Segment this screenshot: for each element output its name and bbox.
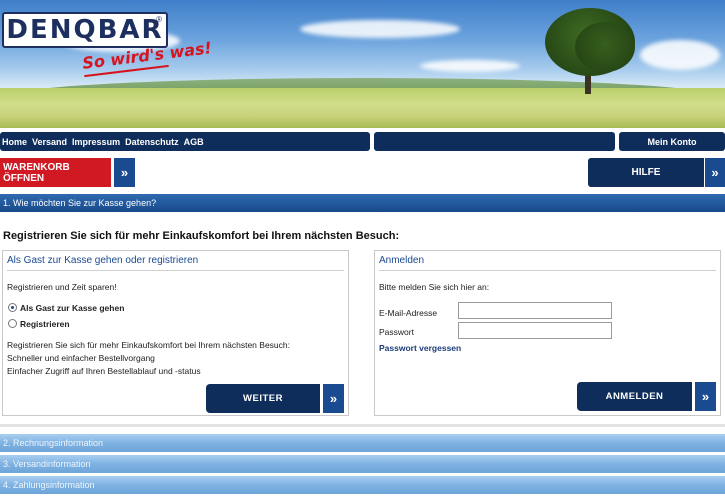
- login-panel: Anmelden Bitte melden Sie sich hier an: …: [374, 250, 721, 416]
- password-field[interactable]: [458, 322, 612, 339]
- section-divider: [0, 424, 725, 427]
- nav-link-versand[interactable]: Versand: [32, 137, 67, 147]
- banner-field: [0, 88, 725, 128]
- section-title: Registrieren Sie sich für mehr Einkaufsk…: [3, 230, 400, 242]
- login-intro: Bitte melden Sie sich hier an:: [379, 282, 490, 292]
- login-panel-heading: Anmelden: [379, 255, 716, 271]
- email-label: E-Mail-Adresse: [379, 308, 438, 318]
- help-arrow-icon[interactable]: »: [704, 158, 725, 187]
- header-banner: DENQBAR ® So wird's was!: [0, 0, 725, 128]
- checkout-step-4[interactable]: 4. Zahlungsinformation: [0, 476, 725, 494]
- register-radio-label[interactable]: Registrieren: [20, 319, 70, 329]
- help-button[interactable]: HILFE: [588, 158, 704, 187]
- guest-intro: Registrieren und Zeit sparen!: [7, 282, 117, 292]
- benefit-item: Einfacher Zugriff auf Ihren Bestellablau…: [7, 366, 201, 376]
- benefits-heading: Registrieren Sie sich für mehr Einkaufsk…: [7, 340, 290, 350]
- password-label: Passwort: [379, 327, 414, 337]
- guest-panel-heading: Als Gast zur Kasse gehen oder registrier…: [7, 255, 344, 271]
- continue-arrow-icon[interactable]: »: [322, 384, 344, 413]
- nav-link-datenschutz[interactable]: Datenschutz: [125, 137, 179, 147]
- my-account-link[interactable]: Mein Konto: [619, 132, 725, 151]
- registered-mark: ®: [156, 15, 162, 24]
- top-nav: Home Versand Impressum Datenschutz AGB: [0, 132, 370, 151]
- login-button[interactable]: ANMELDEN: [577, 382, 692, 411]
- banner-cloud: [420, 60, 520, 72]
- nav-spacer: [374, 132, 615, 151]
- banner-tree-foliage: [575, 22, 635, 72]
- checkout-step-1[interactable]: 1. Wie möchten Sie zur Kasse gehen?: [0, 194, 725, 212]
- continue-button[interactable]: WEITER: [206, 384, 320, 413]
- nav-link-agb[interactable]: AGB: [184, 137, 204, 147]
- forgot-password-link[interactable]: Passwort vergessen: [379, 343, 461, 353]
- banner-cloud: [640, 40, 720, 70]
- logo[interactable]: DENQBAR ®: [2, 12, 168, 48]
- logo-text: DENQBAR: [6, 15, 164, 45]
- checkout-step-2[interactable]: 2. Rechnungsinformation: [0, 434, 725, 452]
- checkout-step-3[interactable]: 3. Versandinformation: [0, 455, 725, 473]
- email-field[interactable]: [458, 302, 612, 319]
- login-arrow-icon[interactable]: »: [694, 382, 716, 411]
- register-radio[interactable]: [8, 319, 17, 328]
- open-cart-button[interactable]: WARENKORB ÖFFNEN: [0, 158, 111, 187]
- guest-radio[interactable]: [8, 303, 17, 312]
- guest-checkout-panel: Als Gast zur Kasse gehen oder registrier…: [2, 250, 349, 416]
- guest-radio-label[interactable]: Als Gast zur Kasse gehen: [20, 303, 124, 313]
- nav-link-impressum[interactable]: Impressum: [72, 137, 120, 147]
- open-cart-arrow-icon[interactable]: »: [113, 158, 135, 187]
- benefit-item: Schneller und einfacher Bestellvorgang: [7, 353, 155, 363]
- nav-link-home[interactable]: Home: [2, 137, 27, 147]
- banner-cloud: [300, 20, 460, 38]
